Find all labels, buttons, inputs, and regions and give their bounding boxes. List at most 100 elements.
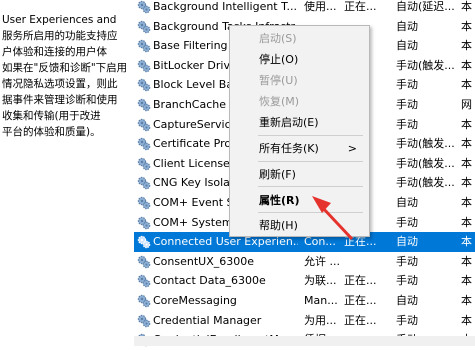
service-logon-as: 本 — [461, 254, 472, 268]
service-row[interactable]: ConsentUX_6300e 允许 ... 手动 本 — [134, 252, 475, 272]
service-description: 允许 ... — [304, 254, 340, 268]
menu-item-label: 停止(O) — [259, 53, 299, 66]
service-name: Credential Manager — [153, 313, 262, 327]
service-logon-as: 本 — [461, 176, 472, 190]
menu-separator — [258, 135, 363, 136]
service-startup-type: 手动(触发... — [396, 58, 455, 72]
service-startup-type: 自动(延迟... — [396, 0, 455, 13]
service-logon-as: 本 — [461, 117, 472, 131]
service-row[interactable]: Background Intelligent T... 使用... 正在... 自动(… — [134, 0, 475, 17]
service-logon-as: 本 — [461, 19, 472, 33]
gear-icon — [137, 176, 151, 190]
gear-icon — [137, 118, 151, 132]
description-line: 服务所启用的功能支持应 — [2, 30, 118, 42]
menu-item-start[interactable]: 启动(S) — [230, 28, 369, 50]
menu-item-label: 恢复(M) — [259, 95, 300, 108]
menu-item-label: 刷新(F) — [259, 168, 296, 181]
service-startup-type: 手动(触发... — [396, 137, 455, 151]
service-name: Background Intelligent T... — [153, 0, 298, 13]
horizontal-scrollbar[interactable] — [134, 336, 475, 346]
menu-item-resume[interactable]: 恢复(M) — [230, 91, 369, 113]
service-name: ConsentUX_6300e — [153, 254, 255, 268]
gear-icon — [137, 39, 151, 53]
menu-item-properties[interactable]: 属性(R) — [230, 190, 369, 212]
menu-item-all-tasks[interactable]: 所有任务(K) > — [230, 138, 369, 160]
description-line: 如果在"反馈和诊断"下启用 — [2, 62, 128, 74]
gear-icon — [137, 0, 151, 14]
service-logon-as: 本 — [461, 235, 472, 249]
menu-item-label: 暂停(U) — [259, 74, 298, 87]
service-logon-as: 本 — [461, 78, 472, 92]
service-startup-type: 手动 — [396, 215, 418, 229]
service-name: Contact Data_6300e — [153, 274, 266, 288]
service-logon-as: 本 — [461, 58, 472, 72]
gear-icon — [137, 20, 151, 34]
service-startup-type: 手动 — [396, 98, 418, 111]
description-line: 据事件来管理诊断和使用 — [2, 94, 118, 106]
menu-item-help[interactable]: 帮助(H) — [230, 215, 369, 237]
description-line: User Experiences and — [2, 14, 117, 26]
gear-icon — [137, 255, 151, 269]
gear-icon — [137, 59, 151, 73]
menu-separator — [258, 186, 363, 187]
service-startup-type: 手动(触发... — [396, 156, 455, 170]
gear-icon — [137, 98, 151, 112]
service-logon-as: 本 — [461, 215, 472, 229]
description-line: 平台的体验和质量)。 — [2, 126, 101, 138]
service-description: 为用... — [304, 313, 337, 327]
service-description: 使用... — [304, 0, 337, 13]
service-logon-as: 本 — [461, 196, 472, 209]
gear-icon — [137, 274, 151, 288]
menu-item-label: 重新启动(E) — [259, 116, 319, 129]
menu-item-pause[interactable]: 暂停(U) — [230, 70, 369, 92]
service-description-panel: User Experiences and 服务所启用的功能支持应 户体验和连接的用户… — [0, 0, 128, 346]
service-row[interactable]: Credential Manager 为用... 正在... 手动 本 — [134, 311, 475, 331]
gear-icon — [137, 216, 151, 230]
gear-icon — [137, 137, 151, 151]
service-logon-as: 本 — [461, 0, 472, 13]
service-startup-type: 自动 — [396, 196, 418, 209]
gear-icon — [137, 314, 151, 328]
menu-item-stop[interactable]: 停止(O) — [230, 49, 369, 71]
service-logon-as: 本 — [461, 313, 472, 327]
service-name: CoreMessaging — [153, 294, 237, 307]
service-startup-type: 手动 — [396, 78, 418, 92]
service-logon-as: 本 — [461, 294, 472, 307]
service-startup-type: 自动 — [396, 235, 418, 249]
service-description: 为联... — [304, 274, 337, 288]
service-status: 正在... — [344, 294, 377, 307]
service-status: 正在... — [344, 274, 377, 288]
service-logon-as: 本 — [461, 137, 472, 151]
service-status: 正在... — [344, 313, 377, 327]
service-row[interactable]: CoreMessaging Man... 正在... 自动 本 — [134, 291, 475, 311]
menu-item-label: 启动(S) — [259, 32, 297, 45]
menu-item-restart[interactable]: 重新启动(E) — [230, 112, 369, 134]
gear-icon — [137, 157, 151, 171]
service-row[interactable]: Contact Data_6300e 为联... 正在... 手动 本 — [134, 271, 475, 291]
service-logon-as: 本 — [461, 39, 472, 53]
service-logon-as: 本 — [461, 156, 472, 170]
menu-separator — [258, 161, 363, 162]
service-startup-type: 手动 — [396, 313, 418, 327]
context-menu: 启动(S) 停止(O) 暂停(U) 恢复(M) 重新启动(E) 所有任务(K) > 刷新(F)… — [229, 25, 370, 237]
gear-icon — [137, 196, 151, 210]
gear-icon — [137, 294, 151, 308]
service-logon-as: 本 — [461, 274, 472, 288]
service-startup-type: 手动 — [396, 254, 418, 268]
gear-icon — [137, 78, 151, 92]
menu-separator — [258, 212, 363, 213]
service-startup-type: 自动 — [396, 19, 418, 33]
description-line: 情况隐私选项设置，则此 — [2, 78, 118, 90]
description-line: 收集和传输(用于改进 — [2, 110, 101, 122]
service-status: 正在... — [344, 0, 377, 13]
gear-icon — [137, 235, 151, 249]
service-description: Man... — [304, 294, 338, 307]
chevron-right-icon: > — [347, 142, 357, 155]
service-logon-as: 网 — [461, 98, 472, 111]
service-startup-type: 手动(触发... — [396, 176, 455, 190]
service-startup-type: 自动 — [396, 294, 418, 307]
service-startup-type: 手动 — [396, 274, 418, 288]
menu-item-label: 所有任务(K) — [259, 142, 319, 155]
service-startup-type: 自动 — [396, 39, 418, 53]
menu-item-refresh[interactable]: 刷新(F) — [230, 164, 369, 186]
